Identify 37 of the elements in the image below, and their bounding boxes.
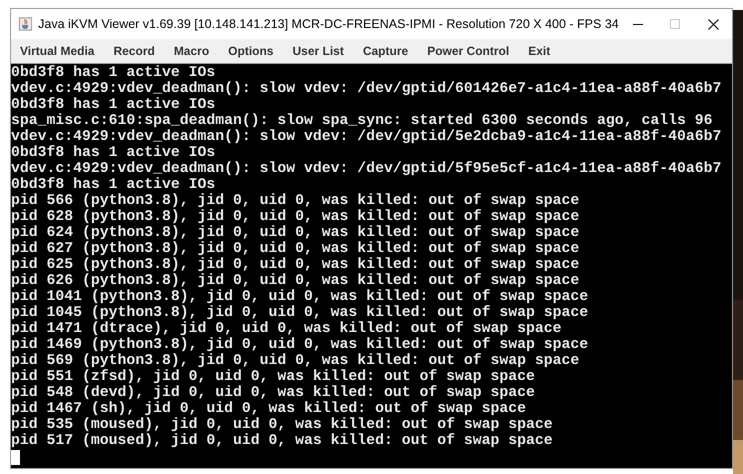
console-line: spa_misc.c:610:spa_deadman(): slow spa_sync: started 6300 seconds ago, calls 96 bbox=[11, 113, 712, 129]
menu-item[interactable]: Power Control bbox=[427, 45, 510, 57]
console-line: 0bd3f8 has 1 active IOs bbox=[11, 145, 216, 161]
menu-item[interactable]: Virtual Media bbox=[20, 45, 94, 57]
console-line: pid 624 (python3.8), jid 0, uid 0, was killed: out of swap space bbox=[11, 225, 580, 241]
java-cup-icon bbox=[19, 16, 32, 32]
console-line: pid 548 (devd), jid 0, uid 0, was killed: out of swap space bbox=[11, 385, 535, 401]
console-line: pid 1471 (dtrace), jid 0, uid 0, was killed: out of swap space bbox=[11, 321, 562, 337]
close-icon bbox=[708, 18, 719, 30]
window-title: Java iKVM Viewer v1.69.39 [10.148.141.213] MCR-DC-FREENAS-IPMI - Resolution 720 X 400 - FPS 34 bbox=[38, 16, 619, 33]
maximize-icon bbox=[670, 19, 680, 29]
console-line: pid 1467 (sh), jid 0, uid 0, was killed: out of swap space bbox=[11, 401, 526, 417]
console-line: pid 569 (python3.8), jid 0, uid 0, was killed: out of swap space bbox=[11, 353, 580, 369]
console-line: pid 628 (python3.8), jid 0, uid 0, was killed: out of swap space bbox=[11, 209, 580, 225]
console-line: pid 626 (python3.8), jid 0, uid 0, was killed: out of swap space bbox=[11, 273, 580, 289]
menu-item[interactable]: Exit bbox=[528, 45, 550, 57]
console-line: 0bd3f8 has 1 active IOs bbox=[11, 65, 216, 81]
console-line: pid 1041 (python3.8), jid 0, uid 0, was killed: out of swap space bbox=[11, 289, 588, 305]
console-line: pid 1469 (python3.8), jid 0, uid 0, was killed: out of swap space bbox=[11, 337, 588, 353]
menu-item[interactable]: Macro bbox=[174, 45, 210, 57]
console-line: pid 1045 (python3.8), jid 0, uid 0, was killed: out of swap space bbox=[11, 305, 588, 321]
console-line: pid 535 (moused), jid 0, uid 0, was killed: out of swap space bbox=[11, 417, 553, 433]
console-line: vdev.c:4929:vdev_deadman(): slow vdev: /dev/gptid/5e2dcba9-a1c4-11ea-a88f-40a6b7 bbox=[11, 129, 722, 145]
menu-item[interactable]: Capture bbox=[362, 45, 408, 57]
console-line: vdev.c:4929:vdev_deadman(): slow vdev: /dev/gptid/601426e7-a1c4-11ea-a88f-40a6b7 bbox=[11, 81, 722, 97]
console-line: vdev.c:4929:vdev_deadman(): slow vdev: /dev/gptid/5f95e5cf-a1c4-11ea-a88f-40a6b7 bbox=[11, 161, 722, 177]
text-cursor bbox=[11, 450, 20, 465]
console-line: pid 627 (python3.8), jid 0, uid 0, was killed: out of swap space bbox=[11, 241, 580, 257]
console-line: pid 625 (python3.8), jid 0, uid 0, was killed: out of swap space bbox=[11, 257, 580, 273]
console-line: pid 517 (moused), jid 0, uid 0, was killed: out of swap space bbox=[11, 433, 553, 449]
menu-item[interactable]: Record bbox=[113, 45, 155, 57]
console-line: pid 551 (zfsd), jid 0, uid 0, was killed: out of swap space bbox=[11, 369, 535, 385]
console-line: 0bd3f8 has 1 active IOs bbox=[11, 177, 216, 193]
menu-item[interactable]: User List bbox=[292, 45, 344, 57]
console-line: 0bd3f8 has 1 active IOs bbox=[11, 97, 216, 113]
menu-item[interactable]: Options bbox=[228, 45, 274, 57]
console-line: pid 566 (python3.8), jid 0, uid 0, was killed: out of swap space bbox=[11, 193, 580, 209]
